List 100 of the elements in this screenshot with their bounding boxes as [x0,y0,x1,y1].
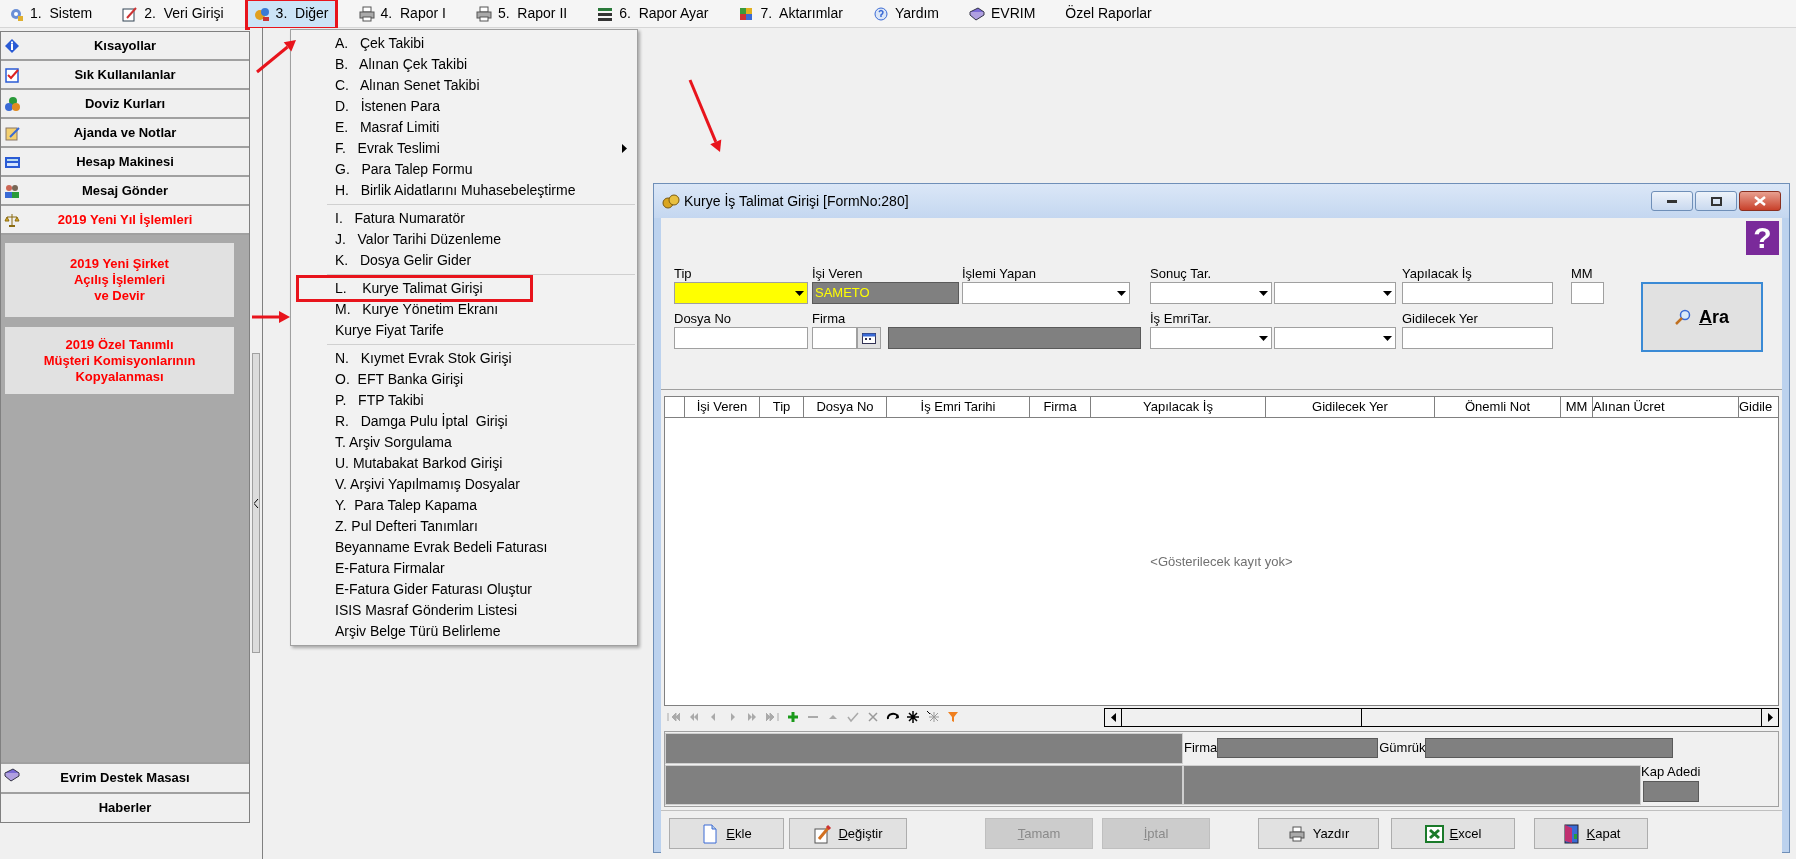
menu-entry[interactable]: M. Kurye Yönetim Ekranı [291,299,637,320]
menu-entry[interactable]: R. Damga Pulu İptal Girişi [291,411,637,432]
menu-entry[interactable]: U. Mutabakat Barkod Girişi [291,453,637,474]
menu-entry[interactable]: ISIS Masraf Gönderim Listesi [291,600,637,621]
action-button[interactable]: Excel [1391,818,1515,849]
menu-entry[interactable]: E. Masraf Limiti [291,117,637,138]
menu-item[interactable]: 7. Aktarımlar [732,0,849,27]
menu-entry[interactable]: E-Fatura Firmalar [291,558,637,579]
column-header[interactable]: Yapılacak İş [1091,397,1266,417]
menu-entry[interactable]: T. Arşiv Sorgulama [291,432,637,453]
sidebar-item[interactable]: Mesaj Gönder [1,177,249,206]
menu-item[interactable]: EVRIM [963,0,1042,27]
sparkle-icon [926,710,940,724]
column-header[interactable]: İş Emri Tarihi [887,397,1030,417]
sidebar-item[interactable]: Ajanda ve Notlar [1,119,249,148]
horizontal-scrollbar[interactable] [1104,707,1779,727]
splitter-bar[interactable] [252,353,260,653]
field-label: Gümrük [1379,739,1426,758]
menu-entry[interactable]: Beyanname Evrak Bedeli Faturası [291,537,637,558]
menu-entry[interactable]: P. FTP Takibi [291,390,637,411]
column-header[interactable]: Gidilecek Yer [1266,397,1435,417]
menu-item[interactable]: 4. Rapor I [352,0,452,27]
sidebar-item[interactable]: Doviz Kurları [1,90,249,119]
menu-item[interactable]: 5. Rapor II [469,0,574,27]
annotation-arrow [252,311,290,323]
menu-entry[interactable]: E-Fatura Gider Faturası Oluştur [291,579,637,600]
menu-item[interactable]: 3. Diğer [247,0,335,27]
menu-entry[interactable]: A. Çek Takibi [291,33,637,54]
first-record-icon [666,710,680,724]
asterisk-icon [906,710,920,724]
column-header[interactable]: Dosya No [804,397,887,417]
menu-entry[interactable]: L. Kurye Talimat Girişi [291,278,637,299]
caret-icon [795,290,804,296]
book-icon [4,767,20,783]
menu-entry[interactable]: I. Fatura Numaratör [291,208,637,229]
menu-item[interactable]: Özel Raporlar [1059,0,1158,27]
field-label: Sonuç Tar. [1150,266,1213,281]
menu-entry[interactable]: V. Arşivi Yapılmamış Dosyalar [291,474,637,495]
sidebar-item[interactable]: Haberler [1,792,249,822]
menu-entry[interactable]: Y. Para Talep Kapama [291,495,637,516]
text-field[interactable] [674,327,808,349]
menu-item[interactable]: 1. Sistem [2,0,99,27]
action-button[interactable]: Kapat [1534,818,1648,849]
maximize-button[interactable] [1695,191,1737,211]
menu-entry[interactable]: K. Dosya Gelir Gider [291,250,637,271]
help-button[interactable]: ? [1746,221,1779,255]
menu-entry[interactable]: J. Valor Tarihi Düzenleme [291,229,637,250]
text-field[interactable] [1402,327,1553,349]
sidebar-item[interactable]: 2019 Yeni Yıl İşlemleri [1,206,249,235]
column-header[interactable]: Alınan Ücret [1593,397,1739,417]
field-label: İşlemi Yapan [962,266,1037,281]
menu-entry[interactable]: Arşiv Belge Türü Belirleme [291,621,637,642]
minimize-button[interactable] [1651,191,1693,211]
menu-entry[interactable]: H. Birlik Aidatlarını Muhasebeleştirme [291,180,637,201]
sidebar-item[interactable]: Evrim Destek Masası [1,762,249,792]
menu-entry[interactable]: Kurye Fiyat Tarife [291,320,637,341]
text-field[interactable] [1402,282,1553,304]
text-field[interactable] [1571,282,1604,304]
last-record-icon [766,710,780,724]
notepad-icon [4,125,20,141]
empty-message: <Gösterilecek kayıt yok> [1150,552,1293,571]
dropdown-field[interactable] [1150,327,1272,349]
menu-entry[interactable]: D. İstenen Para [291,96,637,117]
dropdown-field[interactable] [674,282,808,304]
column-header[interactable]: Önemli Not [1435,397,1561,417]
dropdown-field[interactable] [962,282,1130,304]
action-button[interactable]: Yazdır [1258,818,1379,849]
menu-entry[interactable]: Z. Pul Defteri Tanımları [291,516,637,537]
dropdown-field[interactable] [1274,282,1396,304]
sidebar-item[interactable]: Hesap Makinesi [1,148,249,177]
search-button[interactable]: Ara [1641,282,1763,352]
field-label: Kap Adedi [1641,765,1701,779]
action-button[interactable]: Değiştir [789,818,907,849]
column-header[interactable]: Firma [1030,397,1091,417]
book-icon [969,5,985,22]
column-header[interactable]: Tip [760,397,804,417]
column-header[interactable]: MM [1561,397,1593,417]
menu-entry[interactable]: C. Alınan Senet Takibi [291,75,637,96]
dropdown-field[interactable] [1274,327,1396,349]
menu-entry[interactable]: G. Para Talep Formu [291,159,637,180]
menu-entry[interactable]: O. EFT Banka Girişi [291,369,637,390]
sidebar-item[interactable]: Sık Kullanılanlar [1,61,249,90]
dropdown-field[interactable] [1150,282,1272,304]
navigator-button[interactable] [904,708,922,726]
scroll-right-icon [1767,712,1773,722]
menu-item[interactable]: 6. Rapor Ayar [591,0,715,27]
menu-item[interactable]: 2. Veri Girişi [116,0,230,27]
calendar-button[interactable] [857,327,881,349]
menu-item[interactable]: Yardım [866,0,945,27]
close-button[interactable] [1739,191,1781,211]
sidebar-item[interactable]: Kısayollar [1,32,249,61]
text-field[interactable] [812,327,857,349]
column-header[interactable]: Gidile [1739,397,1778,417]
menu-entry[interactable]: F. Evrak Teslimi [291,138,637,159]
caret-icon [1117,290,1126,296]
menu-entry[interactable]: N. Kıymet Evrak Stok Girişi [291,348,637,369]
action-button[interactable]: Ekle [669,818,784,849]
pencil-icon [813,823,833,844]
column-header[interactable]: İşi Veren [685,397,760,417]
menu-entry[interactable]: B. Alınan Çek Takibi [291,54,637,75]
